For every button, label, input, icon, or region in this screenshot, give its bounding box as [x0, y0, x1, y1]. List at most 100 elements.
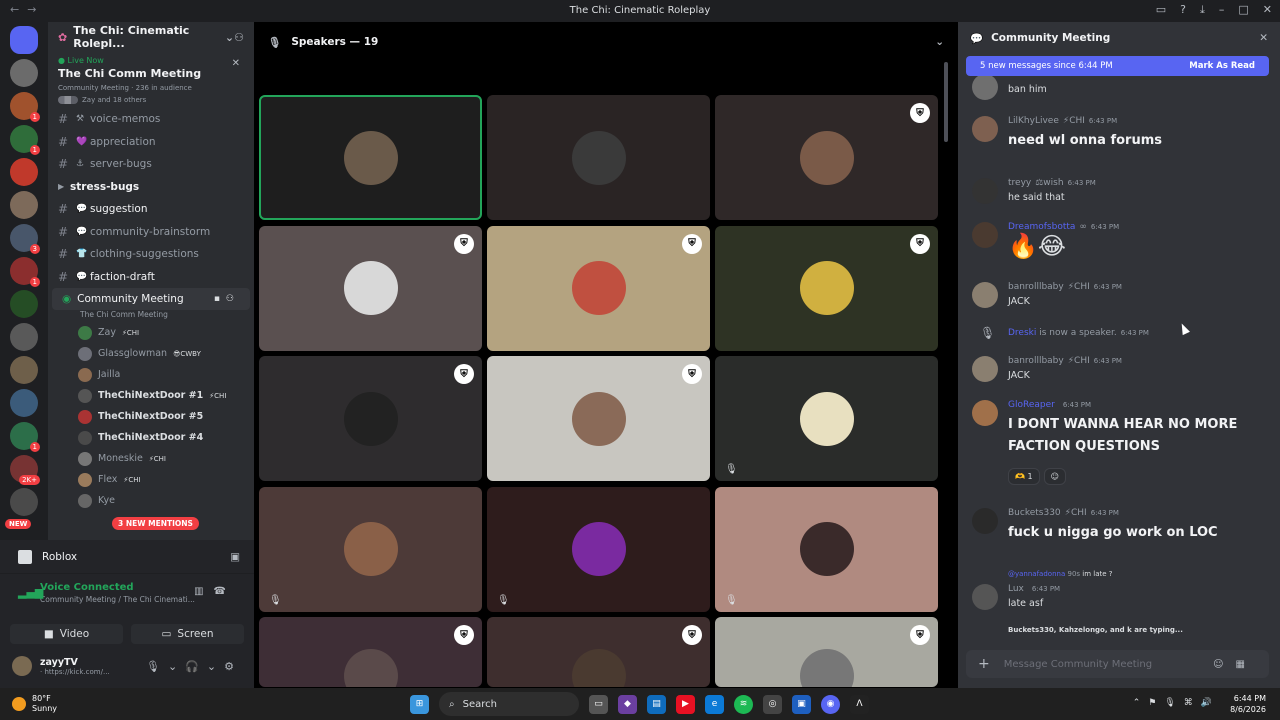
- youtube-icon[interactable]: ▶: [676, 694, 695, 714]
- server-icon[interactable]: [10, 191, 38, 219]
- server-icon[interactable]: 1: [10, 257, 40, 287]
- speaker-tile[interactable]: 🎙: [487, 486, 710, 612]
- download-icon[interactable]: ⤓: [1200, 3, 1205, 17]
- server-icon[interactable]: [10, 59, 38, 87]
- avatar[interactable]: [972, 76, 998, 100]
- server-header[interactable]: ✿ The Chi: Cinematic Rolepl... ⌄ ⚇: [48, 22, 254, 52]
- add-attachment-icon[interactable]: +: [978, 656, 990, 672]
- server-icon[interactable]: 1: [10, 125, 40, 155]
- voice-user[interactable]: Jailla: [48, 364, 254, 385]
- speaker-tile[interactable]: ⛨: [487, 356, 710, 481]
- speaker-tile[interactable]: 🎙: [259, 486, 482, 612]
- terminal-icon[interactable]: ᐱ: [850, 694, 869, 714]
- avatar[interactable]: [972, 178, 998, 204]
- screen-share-button[interactable]: ▭ Screen: [131, 624, 244, 644]
- server-icon[interactable]: [10, 158, 38, 186]
- avatar[interactable]: [972, 508, 998, 534]
- speaker-tile[interactable]: ⛨: [487, 225, 710, 351]
- help-icon[interactable]: ?: [1180, 3, 1186, 17]
- author[interactable]: banrolllbaby: [1008, 282, 1064, 292]
- voice-user[interactable]: TheChiNextDoor #5: [48, 406, 254, 427]
- discord-icon[interactable]: ◉: [821, 694, 840, 714]
- reaction[interactable]: 🫶 1: [1008, 468, 1040, 485]
- avatar[interactable]: [972, 222, 998, 248]
- author[interactable]: banrolllbaby: [1008, 356, 1064, 366]
- chevron-down-icon[interactable]: ⌄: [935, 36, 944, 48]
- speaker-tile[interactable]: [487, 95, 710, 220]
- author[interactable]: Buckets330: [1008, 508, 1061, 518]
- server-icon[interactable]: 1: [10, 92, 40, 122]
- channel-faction-draft[interactable]: # 💬 faction-draft: [48, 266, 254, 289]
- channel-suggestion[interactable]: # 💬 suggestion: [48, 198, 254, 221]
- live-event-card[interactable]: ● Live Now The Chi Comm Meeting Communit…: [48, 52, 254, 108]
- taskbar-search[interactable]: ⌕ Search: [439, 692, 579, 716]
- channel-appreciation[interactable]: # 💜 appreciation: [48, 131, 254, 154]
- channel-voice-memos[interactable]: # ⚒ voice-memos: [48, 108, 254, 131]
- emoji-icon[interactable]: ☺▦: [1213, 659, 1257, 670]
- close-button[interactable]: ✕: [1263, 3, 1272, 17]
- speaker-tile[interactable]: ⛨: [259, 225, 482, 351]
- avatar[interactable]: [972, 282, 998, 308]
- avatar[interactable]: [972, 400, 998, 426]
- close-icon[interactable]: ✕: [1259, 32, 1268, 44]
- avatar[interactable]: [972, 116, 998, 142]
- add-reaction-button[interactable]: ☺: [1043, 468, 1066, 485]
- voice-user[interactable]: Glassglowman 😎CWBY: [48, 343, 254, 364]
- voice-user[interactable]: Zay ⚡CHI: [48, 322, 254, 343]
- weather-widget[interactable]: 80°F Sunny: [12, 694, 57, 714]
- channel-clothing-suggestions[interactable]: # 👕 clothing-suggestions: [48, 243, 254, 266]
- voice-user[interactable]: Moneskie ⚡CHI: [48, 448, 254, 469]
- speaker-tile[interactable]: ⛨: [487, 617, 710, 687]
- activity-roblox[interactable]: Roblox ▣: [0, 540, 254, 574]
- author[interactable]: Dreamofsbotta: [1008, 222, 1075, 232]
- voice-user[interactable]: TheChiNextDoor #1 ⚡CHI: [48, 385, 254, 406]
- category-stress-bugs[interactable]: ▶ stress-bugs: [48, 176, 254, 199]
- server-icon[interactable]: [10, 389, 38, 417]
- edge-icon[interactable]: e: [705, 694, 724, 714]
- window-controls[interactable]: ▭ ? ⤓ – □ ✕: [1156, 3, 1272, 17]
- voice-actions[interactable]: ▥☎: [194, 586, 236, 597]
- message-input[interactable]: + Message Community Meeting ☺▦: [966, 650, 1269, 678]
- server-icon[interactable]: [10, 323, 38, 351]
- voice-user[interactable]: Flex ⚡CHI: [48, 469, 254, 490]
- speaker-tile[interactable]: [259, 95, 482, 220]
- app-icon[interactable]: ▣: [792, 694, 811, 714]
- avatar[interactable]: [972, 584, 998, 610]
- speaker-tile[interactable]: 🎙: [715, 486, 938, 612]
- avatar[interactable]: [972, 356, 998, 382]
- add-member-icon[interactable]: ⚇: [234, 31, 244, 44]
- gamepad-icon[interactable]: ▣: [230, 551, 240, 563]
- inbox-icon[interactable]: ▭: [1156, 3, 1166, 17]
- channel-server-bugs[interactable]: # ⚓ server-bugs: [48, 153, 254, 176]
- new-badge[interactable]: NEW: [5, 519, 32, 529]
- task-view-icon[interactable]: ▭: [589, 694, 608, 714]
- signal-icon[interactable]: ▂▄▆: [18, 586, 43, 599]
- speaker-tile[interactable]: ⛨: [259, 617, 482, 687]
- voice-channel-community-meeting[interactable]: ◉ Community Meeting ▪⚇: [52, 288, 250, 310]
- mark-as-read-button[interactable]: Mark As Read: [1189, 61, 1255, 71]
- user-controls[interactable]: 🎙⌄🎧⌄⚙: [146, 660, 242, 673]
- system-tray[interactable]: ⌃⚑🎙⌘🔊: [1133, 698, 1220, 708]
- close-icon[interactable]: ✕: [232, 58, 240, 69]
- channel-community-brainstorm[interactable]: # 💬 community-brainstorm: [48, 221, 254, 244]
- windows-start-icon[interactable]: ⊞: [410, 694, 429, 714]
- server-icon[interactable]: [10, 356, 38, 384]
- server-icon[interactable]: 2K+: [10, 455, 40, 485]
- steam-icon[interactable]: ◎: [763, 694, 782, 714]
- author[interactable]: treyy: [1008, 178, 1031, 188]
- server-icon[interactable]: [10, 488, 38, 516]
- clock[interactable]: 6:44 PM 8/6/2026: [1230, 693, 1266, 715]
- copilot-icon[interactable]: ◆: [618, 694, 637, 714]
- video-button[interactable]: ■ Video: [10, 624, 123, 644]
- server-icon[interactable]: 3: [10, 224, 40, 254]
- new-mentions-button[interactable]: 3 NEW MENTIONS: [112, 517, 199, 530]
- maximize-button[interactable]: □: [1238, 3, 1248, 17]
- server-icon[interactable]: 1: [10, 422, 40, 452]
- speaker-tile[interactable]: ⛨: [715, 225, 938, 351]
- author[interactable]: GloReaper: [1008, 400, 1055, 410]
- spotify-icon[interactable]: ≋: [734, 694, 753, 714]
- discord-home-icon[interactable]: [10, 26, 38, 54]
- speaker-tile[interactable]: ⛨: [715, 95, 938, 220]
- voice-user[interactable]: Kye: [48, 490, 254, 511]
- server-icon[interactable]: [10, 290, 38, 318]
